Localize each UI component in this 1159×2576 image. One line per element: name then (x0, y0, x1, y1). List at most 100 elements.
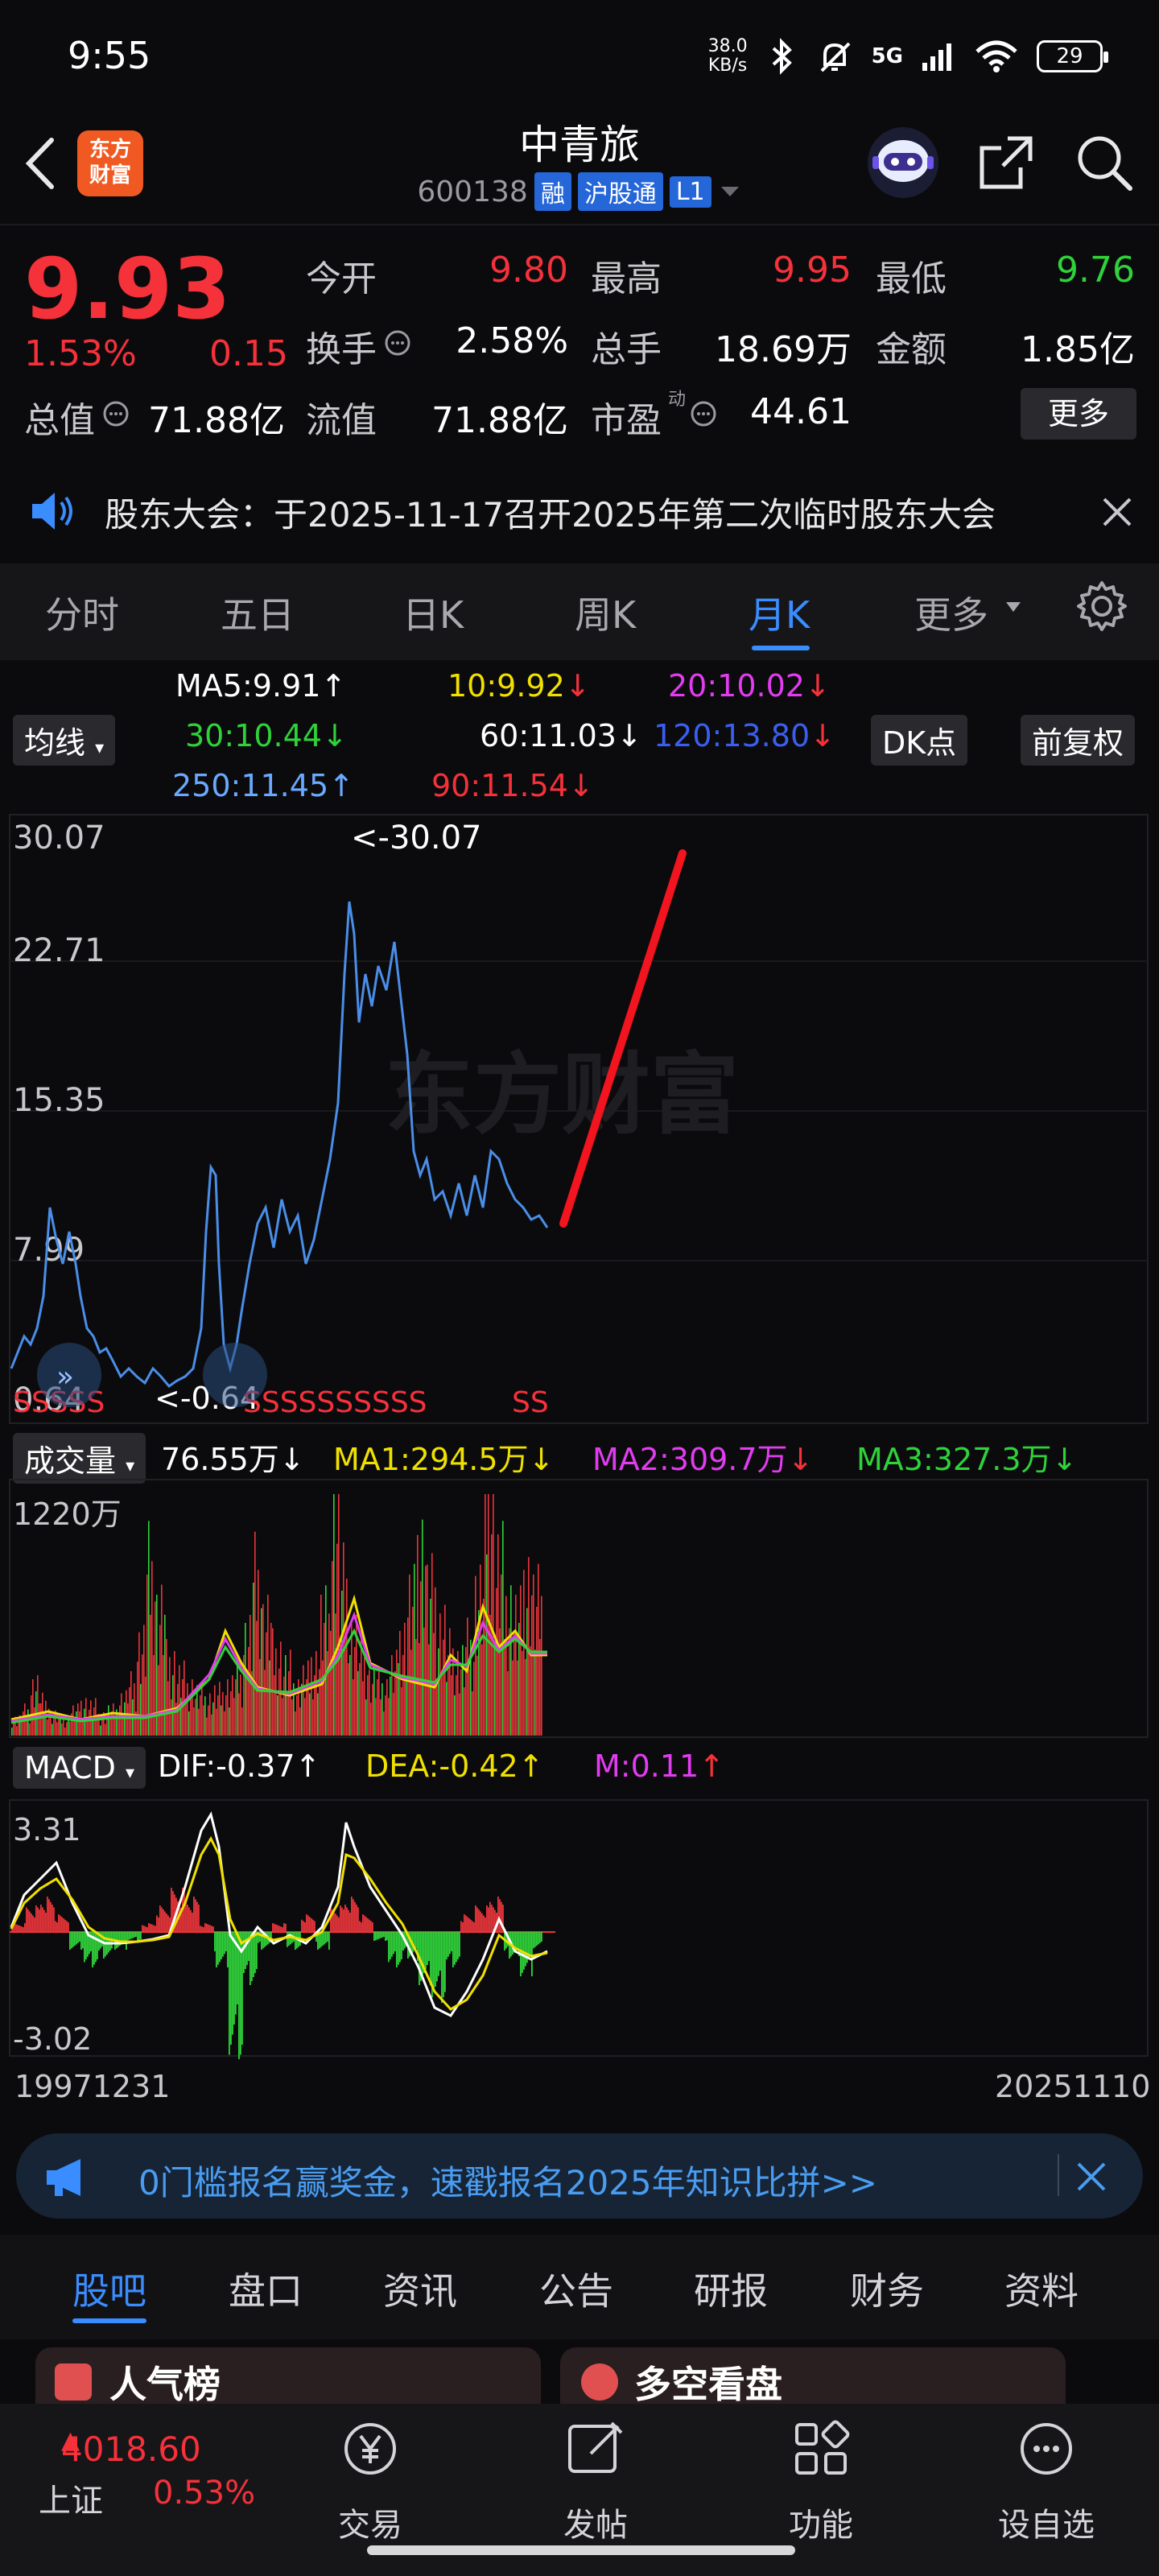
volume-bar (267, 1595, 269, 1736)
home-indicator[interactable] (367, 2545, 795, 2555)
volume-bar (399, 1631, 401, 1736)
dk-point-button[interactable]: DK点 (871, 715, 968, 766)
macd-bar (473, 1922, 475, 1932)
tab-daily-k[interactable]: 日K (402, 586, 464, 639)
macd-bar (373, 1932, 375, 1941)
tab-order-book[interactable]: 盘口 (229, 2262, 303, 2315)
macd-bar (493, 1907, 494, 1932)
open-label: 今开 (306, 258, 377, 299)
macd-bar (208, 1924, 209, 1932)
macd-bar (457, 1932, 459, 1959)
macd-bar (203, 1927, 204, 1932)
trade-button[interactable]: 交易 (290, 2499, 451, 2545)
tab-announcements[interactable]: 公告 (539, 2262, 613, 2315)
status-icons: 38.0 KB/s 5G 29 (708, 32, 1108, 80)
tab-profile[interactable]: 资料 (1004, 2262, 1079, 2315)
volume-bar (32, 1679, 34, 1736)
more-dots-icon[interactable] (1013, 2415, 1080, 2483)
volume-bar (89, 1709, 90, 1736)
functions-button[interactable]: 功能 (740, 2499, 901, 2545)
macd-bar (167, 1915, 169, 1932)
search-icon[interactable] (1074, 132, 1135, 193)
macd-bar (60, 1915, 61, 1932)
hand-drawn-red-line (559, 849, 687, 1228)
trade-yen-icon[interactable] (336, 2415, 404, 2483)
macd-bar (386, 1932, 388, 1941)
more-button[interactable]: 更多 (1021, 388, 1136, 440)
volume-bar (520, 1585, 522, 1736)
volume-bar (317, 1693, 319, 1736)
volume-bar (504, 1639, 505, 1736)
forward-adjust-button[interactable]: 前复权 (1021, 715, 1136, 766)
tab-financials[interactable]: 财务 (850, 2262, 924, 2315)
macd-bar (388, 1932, 390, 1963)
ma60-label: 60:11.03↓ (480, 718, 642, 753)
expand-right-icon[interactable] (203, 1343, 267, 1407)
popularity-card[interactable]: 人气榜 (35, 2347, 541, 2404)
add-watchlist-button[interactable]: 设自选 (966, 2499, 1127, 2545)
settings-gear-icon[interactable] (1075, 580, 1128, 633)
low-label: 最低 (876, 258, 947, 299)
grid-functions-icon[interactable] (787, 2415, 855, 2483)
volume-bar (45, 1700, 47, 1736)
close-icon[interactable] (1075, 2161, 1107, 2193)
macd-bar (365, 1917, 367, 1932)
volume-bar (454, 1695, 456, 1736)
index-change[interactable]: 0.53% (153, 2475, 255, 2512)
volume-bar (42, 1692, 43, 1736)
notice-text[interactable]: 股东大会：于2025-11-17召开2025年第二次临时股东大会 (105, 488, 996, 537)
close-icon[interactable] (1099, 494, 1135, 530)
price-chart[interactable]: 东方财富 30.07 22.71 15.35 7.99 0.64 <-30.07… (0, 813, 1159, 1426)
index-name[interactable]: 上证 (39, 2475, 103, 2521)
volume-bar (435, 1587, 436, 1736)
tab-monthly-k[interactable]: 月K (749, 586, 810, 639)
status-time: 9:55 (68, 34, 151, 77)
post-button[interactable]: 发帖 (515, 2499, 676, 2545)
volume-bar (129, 1687, 130, 1736)
macd-bar (253, 1932, 254, 1977)
tab-research[interactable]: 研报 (694, 2262, 768, 2315)
megaphone-icon (47, 2159, 80, 2196)
index-value[interactable]: 4018.60 (61, 2429, 201, 2469)
macd-bar (348, 1909, 349, 1932)
macd-indicator-button[interactable]: MACD ▾ (13, 1747, 146, 1789)
tab-five-day[interactable]: 五日 (221, 586, 295, 639)
indicator-select-button[interactable]: 均线 ▾ (13, 715, 116, 766)
macd-bar (443, 1932, 444, 1998)
macd-bar (380, 1932, 382, 1938)
macd-bar (272, 1923, 274, 1932)
tab-forum[interactable]: 股吧 (72, 2262, 146, 2315)
info-icon[interactable] (689, 399, 718, 428)
macd-bar (55, 1921, 56, 1932)
volume-chart[interactable]: 1220万 (0, 1478, 1159, 1740)
volume-bar (525, 1659, 526, 1736)
robot-assistant-icon[interactable] (866, 126, 940, 200)
tab-news[interactable]: 资讯 (383, 2262, 457, 2315)
volume-bar (238, 1693, 240, 1736)
tab-more[interactable]: 更多 (914, 586, 988, 639)
x-axis-end: 20251110 (995, 2069, 1151, 2104)
share-icon[interactable] (975, 132, 1037, 193)
volume-bar (246, 1679, 248, 1736)
volume-bar (325, 1585, 327, 1736)
info-icon[interactable] (101, 399, 130, 428)
volume-bar (212, 1702, 214, 1736)
volume-indicator-button[interactable]: 成交量 ▾ (13, 1433, 146, 1484)
macd-bar (198, 1905, 200, 1932)
info-icon[interactable] (383, 328, 412, 357)
turnover-label: 换手 (306, 329, 377, 370)
long-short-card[interactable]: 多空看盘 (560, 2347, 1066, 2404)
y-tick-3: 15.35 (13, 1082, 105, 1119)
tab-intraday[interactable]: 分时 (45, 586, 119, 639)
compose-post-icon[interactable] (562, 2415, 629, 2483)
macd-chart[interactable]: 3.31 -3.02 (0, 1798, 1159, 2059)
volume-bar (346, 1579, 348, 1736)
double-chevron-icon: » (56, 1360, 74, 1393)
pe-superscript: 动 (668, 390, 687, 410)
volume-bar (412, 1607, 414, 1736)
tab-weekly-k[interactable]: 周K (575, 586, 636, 639)
macd-bar (283, 1923, 285, 1932)
promo-banner-text[interactable]: 0门槛报名赢奖金，速戳报名2025年知识比拼>> (138, 2156, 877, 2205)
macd-bar (351, 1897, 353, 1932)
macd-bar (245, 1932, 246, 1969)
